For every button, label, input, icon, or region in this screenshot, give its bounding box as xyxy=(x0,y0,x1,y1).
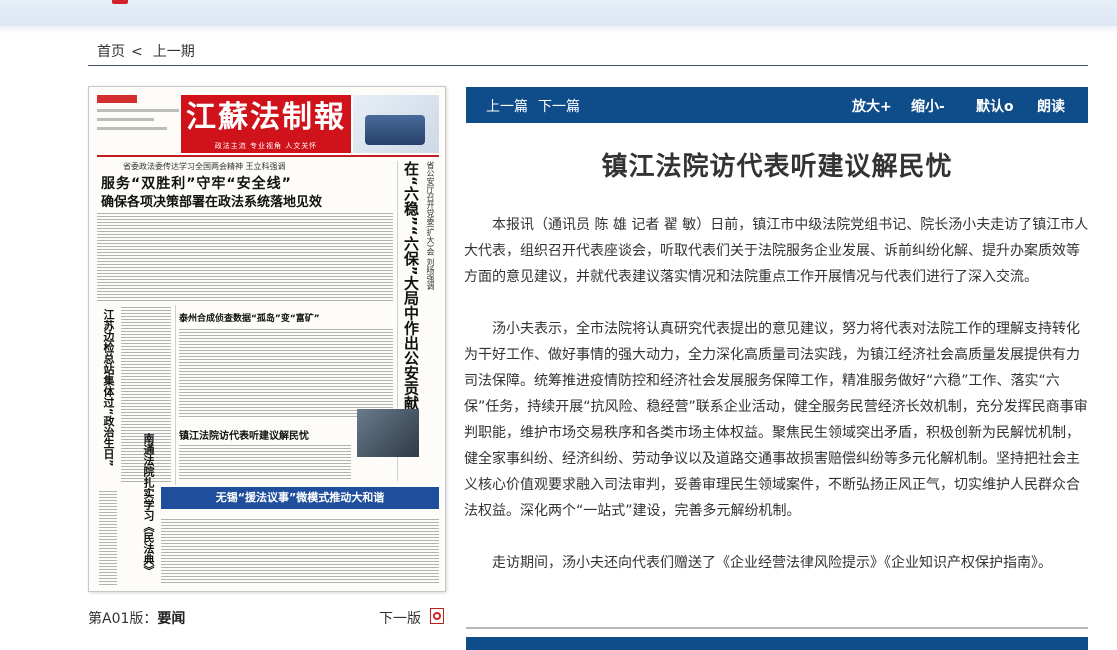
page-section-link[interactable]: 要闻 xyxy=(157,611,185,627)
masthead-ad xyxy=(353,95,439,153)
wuxi-story-banner[interactable]: 无锡“援法议事”微模式推动大和谐 xyxy=(161,487,439,509)
article-toolbar: 上一篇 下一篇 放大+ 缩小- 默认o 朗读 xyxy=(466,87,1088,123)
lead-story-text xyxy=(97,211,393,301)
breadcrumb-separator: < xyxy=(131,44,143,60)
vertical-kicker-right: 省公安厅召开党委(扩大)会 刘旸强调 xyxy=(426,161,435,290)
breadcrumb-prev-issue-link[interactable]: 上一期 xyxy=(153,44,195,60)
pdf-download-icon[interactable] xyxy=(430,608,444,624)
page-info: 第A01版：要闻 xyxy=(88,608,185,628)
masthead-red-rule xyxy=(97,155,439,157)
column-rule xyxy=(175,305,176,485)
lead-story-headline-2[interactable]: 确保各项决策部署在政法系统落地见效 xyxy=(101,191,322,210)
lead-story-headline-1[interactable]: 服务“双胜利”守牢“安全线” xyxy=(101,173,292,193)
breadcrumb: 首页 < 上一期 xyxy=(97,41,201,61)
site-header xyxy=(0,0,1117,27)
article-divider xyxy=(466,627,1088,629)
default-size-button[interactable]: 默认o xyxy=(976,96,1014,116)
article-paragraph: 走访期间，汤小夫还向代表们赠送了《企业经营法律风险提示》《企业知识产权保护指南》… xyxy=(492,555,1052,571)
header-shadow xyxy=(0,26,1117,34)
article-title: 镇江法院访代表听建议解民忧 xyxy=(601,152,953,182)
next-article-link[interactable]: 下一篇 xyxy=(538,96,580,116)
article-body: 本报讯（通讯员 陈 雄 记者 翟 敏）日前，镇江市中级法院党组书记、院长汤小夫走… xyxy=(464,212,1090,602)
taizhou-story-headline[interactable]: 泰州合成侦查数据“孤岛”变“富矿” xyxy=(179,311,320,324)
vertical-headline-left-2[interactable]: 南通法院扎实学习《民法典》 xyxy=(139,433,157,576)
read-aloud-button[interactable]: 朗读 xyxy=(1037,96,1065,116)
far-left-text xyxy=(99,489,117,585)
breadcrumb-home-link[interactable]: 首页 xyxy=(97,44,125,60)
newspaper-masthead: 江蘇法制報 政法主流 专业视角 人文关怀 xyxy=(181,95,351,153)
article-paragraph: 汤小夫表示，全市法院将认真研究代表提出的意见建议，努力将代表对法院工作的理解支持… xyxy=(464,321,1088,519)
prev-article-link[interactable]: 上一篇 xyxy=(486,96,528,116)
article-footer-bar xyxy=(466,637,1088,650)
logo-mark-icon xyxy=(112,0,128,4)
masthead-slogan: 政法主流 专业视角 人文关怀 xyxy=(214,142,318,150)
lead-story-kicker: 省委政法委传达学习全国两会精神 王立科强调 xyxy=(123,162,286,171)
middle-story-text xyxy=(179,327,393,419)
zhenjiang-story-text xyxy=(179,443,351,481)
zoom-in-button[interactable]: 放大+ xyxy=(852,96,892,116)
zhenjiang-story-headline[interactable]: 镇江法院访代表听建议解民忧 xyxy=(179,427,309,442)
vertical-headline-right[interactable]: 在“六稳”“六保”大局中作出公安贡献 xyxy=(401,161,421,410)
vertical-headline-left[interactable]: 江苏边检总站集体过“政治生日” xyxy=(99,309,117,466)
next-page-link[interactable]: 下一版 xyxy=(379,608,421,628)
site-logo[interactable] xyxy=(112,0,292,6)
news-photo xyxy=(357,409,419,457)
newspaper-page-image[interactable]: 江蘇法制報 政法主流 专业视角 人文关怀 省委政法委传达学习全国两会精神 王立科… xyxy=(88,86,446,592)
zoom-out-button[interactable]: 缩小- xyxy=(911,96,945,116)
masthead-left-info xyxy=(97,95,179,151)
masthead-title: 江蘇法制報 xyxy=(186,100,346,135)
bottom-story-text xyxy=(161,517,439,585)
article-paragraph: 本报讯（通讯员 陈 雄 记者 翟 敏）日前，镇江市中级法院党组书记、院长汤小夫走… xyxy=(464,217,1089,285)
ad-figure xyxy=(365,115,425,145)
page-number-label: 第A01版： xyxy=(88,611,158,627)
breadcrumb-divider xyxy=(88,65,1088,66)
